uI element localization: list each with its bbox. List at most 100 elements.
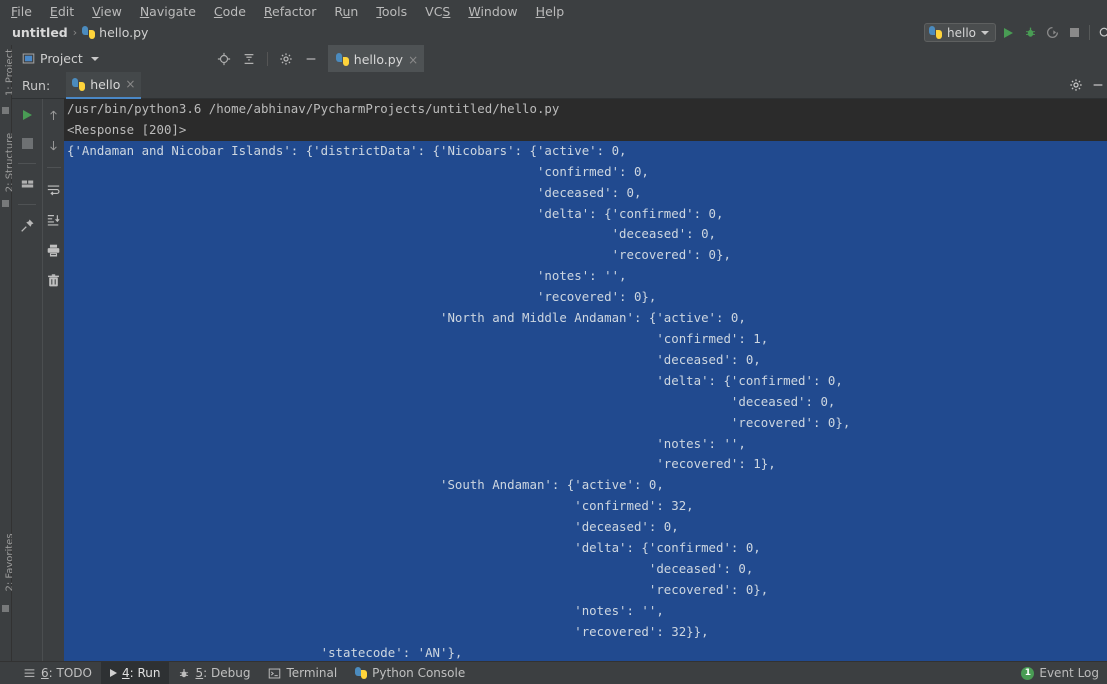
menu-item-run[interactable]: Run: [325, 5, 367, 20]
chevron-down-icon: [91, 57, 99, 61]
python-file-icon: [82, 26, 95, 39]
statusbar-item-label: 5: Debug: [195, 666, 250, 680]
print-icon[interactable]: [46, 240, 61, 260]
down-arrow-icon[interactable]: [47, 135, 60, 155]
bug-icon: [1024, 26, 1037, 39]
trash-icon[interactable]: [46, 270, 61, 290]
collapse-all-icon[interactable]: [242, 52, 256, 66]
toolbar-divider: [1089, 25, 1090, 40]
console-line: 'confirmed': 32,: [64, 496, 1107, 517]
hide-run-window-icon[interactable]: [1091, 78, 1105, 92]
statusbar-item-label: 4: Run: [122, 666, 161, 680]
console-line: 'notes': '',: [64, 266, 1107, 287]
status-bar: 6: TODO 4: Run 5: Debug Terminal Python Cons…: [0, 661, 1107, 684]
editor-tab-label: hello.py: [354, 52, 403, 67]
menu-item-vcs[interactable]: VCS: [416, 5, 459, 20]
console-line: 'statecode': 'AN'},: [64, 643, 1107, 661]
console-line: {'Andaman and Nicobar Islands': {'distri…: [64, 141, 1107, 162]
statusbar-item-label: Terminal: [286, 666, 337, 680]
search-icon: [1098, 26, 1107, 40]
scroll-to-end-icon[interactable]: [46, 210, 61, 230]
console-line: 'confirmed': 1,: [64, 329, 1107, 350]
console-line: 'notes': '',: [64, 434, 1107, 455]
statusbar-item-6-todo[interactable]: 6: TODO: [14, 662, 101, 684]
pin-icon[interactable]: [20, 215, 35, 235]
close-icon[interactable]: ×: [125, 79, 135, 89]
rail-marker-3: [2, 605, 9, 612]
debug-button[interactable]: [1020, 23, 1040, 43]
menu-item-code[interactable]: Code: [205, 5, 255, 20]
pycharm-window: FileEditViewNavigateCodeRefactorRunTools…: [0, 0, 1107, 684]
play-icon: [1004, 28, 1013, 38]
hide-panel-icon[interactable]: [304, 52, 318, 66]
close-icon[interactable]: ×: [408, 55, 418, 65]
project-icon: [22, 52, 35, 65]
menu-item-file[interactable]: File: [2, 5, 41, 20]
menu-item-navigate[interactable]: Navigate: [131, 5, 205, 20]
project-panel-title[interactable]: Project: [22, 51, 99, 66]
console-line: 'deceased': 0,: [64, 392, 1107, 413]
tool-window-rail: 1: Project 2: Structure 2: Favorites: [0, 45, 12, 661]
menu-item-window[interactable]: Window: [459, 5, 526, 20]
locate-file-icon[interactable]: [217, 52, 231, 66]
breadcrumb-separator: ›: [73, 26, 77, 39]
run-coverage-button[interactable]: [1042, 23, 1062, 43]
console-line: 'recovered': 0},: [64, 413, 1107, 434]
breadcrumb-project[interactable]: untitled: [12, 25, 68, 40]
run-toolbar-secondary: [42, 99, 64, 661]
breadcrumb-file-label: hello.py: [99, 25, 148, 40]
rail-marker-2: [2, 200, 9, 207]
console-selected-output[interactable]: {'Andaman and Nicobar Islands': {'distri…: [64, 141, 1107, 661]
run-configuration-selector[interactable]: hello: [924, 23, 996, 42]
menu-item-edit[interactable]: Edit: [41, 5, 83, 20]
stop-icon[interactable]: [22, 133, 33, 153]
python-console-icon: [355, 667, 367, 679]
project-panel-label: Project: [40, 51, 83, 66]
project-panel-header: Project: [12, 45, 1107, 72]
console-line: <Response [200]>: [64, 120, 1107, 141]
console-line: 'delta': {'confirmed': 0,: [64, 204, 1107, 225]
toolbar-divider: [47, 167, 61, 168]
python-config-icon: [929, 26, 942, 39]
toolbar-divider: [18, 163, 36, 164]
menu-bar: FileEditViewNavigateCodeRefactorRunTools…: [0, 0, 1107, 20]
console-line: 'South Andaman': {'active': 0,: [64, 475, 1107, 496]
run-window-label: Run:: [22, 78, 50, 93]
run-button[interactable]: [998, 23, 1018, 43]
run-console-output[interactable]: /usr/bin/python3.6 /home/abhinav/Pycharm…: [64, 99, 1107, 661]
python-file-icon: [336, 53, 349, 66]
run-settings-gear-icon[interactable]: [1069, 78, 1083, 92]
console-line: 'deceased': 0,: [64, 517, 1107, 538]
search-everywhere-button[interactable]: [1095, 23, 1107, 43]
chevron-down-icon: [981, 31, 989, 35]
event-log-label: Event Log: [1039, 666, 1099, 680]
soft-wrap-icon[interactable]: [46, 180, 61, 200]
stop-button[interactable]: [1064, 23, 1084, 43]
console-line: /usr/bin/python3.6 /home/abhinav/Pycharm…: [64, 99, 1107, 120]
console-line: 'delta': {'confirmed': 0,: [64, 538, 1107, 559]
menu-item-tools[interactable]: Tools: [367, 5, 416, 20]
menu-item-view[interactable]: View: [83, 5, 131, 20]
menu-item-refactor[interactable]: Refactor: [255, 5, 325, 20]
statusbar-item-terminal[interactable]: Terminal: [259, 662, 346, 684]
console-line: 'deceased': 0,: [64, 183, 1107, 204]
statusbar-item-5-debug[interactable]: 5: Debug: [169, 662, 259, 684]
settings-gear-icon[interactable]: [279, 52, 293, 66]
console-line: 'recovered': 32}},: [64, 622, 1107, 643]
python-run-icon: [72, 78, 85, 91]
todo-icon: [23, 667, 36, 680]
editor-tab-hello-py[interactable]: hello.py ×: [328, 45, 424, 72]
statusbar-item-python-console[interactable]: Python Console: [346, 662, 474, 684]
up-arrow-icon[interactable]: [47, 105, 60, 125]
statusbar-item-4-run[interactable]: 4: Run: [101, 662, 170, 684]
run-tab-hello[interactable]: hello ×: [66, 72, 141, 99]
layout-icon[interactable]: [20, 174, 35, 194]
run-tab-label: hello: [90, 77, 120, 92]
event-log-button[interactable]: 1 Event Log: [1021, 666, 1107, 680]
terminal-icon: [268, 667, 281, 680]
run-configuration-label: hello: [947, 26, 976, 40]
rerun-icon[interactable]: [23, 105, 32, 125]
breadcrumb-file[interactable]: hello.py: [82, 25, 148, 40]
statusbar-item-label: 6: TODO: [41, 666, 92, 680]
menu-item-help[interactable]: Help: [527, 5, 574, 20]
